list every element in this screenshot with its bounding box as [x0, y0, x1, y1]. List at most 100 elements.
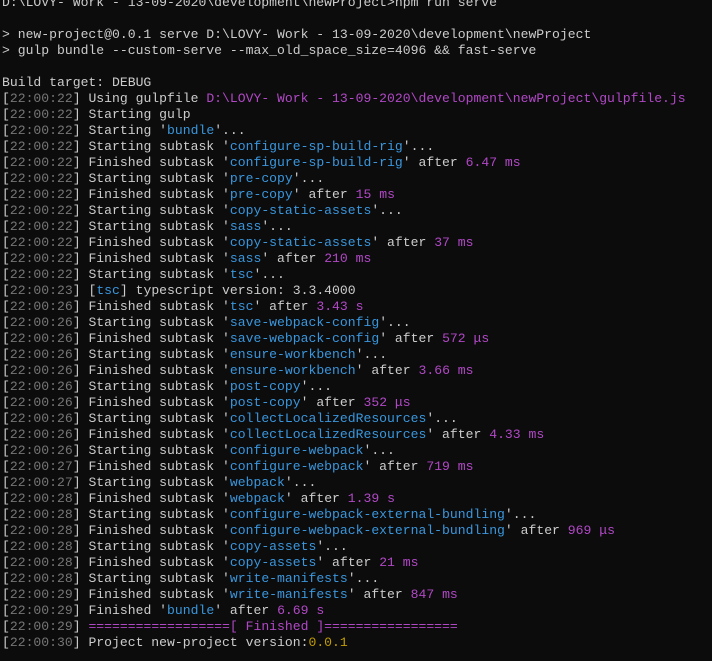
- line-text: ] Starting gulp: [72, 107, 191, 122]
- line-text: tsc: [229, 267, 254, 282]
- line-text: ] Starting subtask ': [72, 475, 230, 490]
- line-text: ' after: [504, 523, 568, 538]
- terminal-line: [22:00:22] Starting subtask 'sass'...: [2, 219, 712, 235]
- terminal-line: [22:00:27] Starting subtask 'webpack'...: [2, 475, 712, 491]
- terminal-line: [22:00:22] Using gulpfile D:\LOVY- Work …: [2, 91, 712, 107]
- line-text: 719 ms: [426, 459, 474, 474]
- line-text: ' after: [316, 555, 380, 570]
- line-text: configure-webpack: [229, 443, 364, 458]
- line-text: '...: [300, 379, 333, 394]
- line-text: [: [2, 315, 10, 330]
- terminal-line: [22:00:26] Finished subtask 'tsc' after …: [2, 299, 712, 315]
- terminal-line: D:\LOVY- Work - 13-09-2020\development\n…: [2, 0, 712, 11]
- line-text: '...: [379, 315, 411, 330]
- line-text: '...: [347, 571, 380, 586]
- line-text: [: [2, 299, 10, 314]
- line-text: [: [2, 155, 10, 170]
- line-text: collectLocalizedResources: [229, 411, 427, 426]
- line-text: 4.33 ms: [489, 427, 545, 442]
- terminal-line: [22:00:22] Finished subtask 'copy-static…: [2, 235, 712, 251]
- line-text: ' after: [284, 491, 348, 506]
- terminal-line: [22:00:26] Starting subtask 'configure-w…: [2, 443, 712, 459]
- timestamp: 22:00:28: [9, 491, 73, 506]
- terminal-line: [22:00:22] Finished subtask 'pre-copy' a…: [2, 187, 712, 203]
- line-text: ] Finished subtask ': [72, 555, 230, 570]
- terminal-line: [22:00:22] Starting subtask 'configure-s…: [2, 139, 712, 155]
- line-text: [: [2, 139, 10, 154]
- line-text: save-webpack-config: [229, 331, 380, 346]
- terminal-line: [22:00:22] Starting subtask 'pre-copy'..…: [2, 171, 712, 187]
- line-text: [: [2, 331, 10, 346]
- line-text: ' after: [300, 395, 364, 410]
- line-text: [: [2, 267, 10, 282]
- terminal-line: [22:00:30] Project new-project version:0…: [2, 635, 712, 651]
- terminal-line: [22:00:22] Starting 'bundle'...: [2, 123, 712, 139]
- timestamp: 22:00:22: [9, 235, 73, 250]
- line-text: [: [2, 91, 10, 106]
- line-text: ] Starting subtask ': [72, 443, 230, 458]
- line-text: ] Starting subtask ': [72, 219, 230, 234]
- timestamp: 22:00:26: [9, 411, 73, 426]
- line-text: [: [2, 251, 10, 266]
- line-text: Build target: DEBUG: [2, 75, 152, 90]
- line-text: [: [2, 283, 10, 298]
- timestamp: 22:00:26: [9, 427, 73, 442]
- line-text: [: [2, 587, 10, 602]
- terminal-output[interactable]: D:\LOVY- Work - 13-09-2020\development\n…: [0, 0, 712, 661]
- line-text: configure-webpack-external-bundling: [229, 523, 505, 538]
- line-text: ] Finished subtask ': [72, 235, 230, 250]
- line-text: '...: [261, 219, 293, 234]
- line-text: ' after: [355, 363, 419, 378]
- timestamp: 22:00:28: [9, 571, 73, 586]
- line-text: ensure-workbench: [229, 363, 356, 378]
- line-text: '...: [504, 507, 537, 522]
- line-text: ' after: [371, 235, 435, 250]
- terminal-line: [22:00:23] [tsc] typescript version: 3.3…: [2, 283, 712, 299]
- timestamp: 22:00:22: [9, 251, 73, 266]
- line-text: bundle: [167, 123, 215, 138]
- line-text: ] Starting subtask ': [72, 267, 230, 282]
- line-text: ] Finished subtask ': [72, 363, 230, 378]
- line-text: ] Finished subtask ': [72, 587, 230, 602]
- timestamp: 22:00:27: [9, 459, 73, 474]
- timestamp: 22:00:29: [9, 587, 73, 602]
- line-text: post-copy: [229, 379, 301, 394]
- terminal-line: [22:00:29] Finished subtask 'write-manif…: [2, 587, 712, 603]
- timestamp: 22:00:22: [9, 171, 73, 186]
- timestamp: 22:00:26: [9, 363, 73, 378]
- line-text: [: [2, 363, 10, 378]
- terminal-line: > new-project@0.0.1 serve D:\LOVY- Work …: [2, 27, 712, 43]
- timestamp: 22:00:22: [9, 187, 73, 202]
- line-text: collectLocalizedResources: [229, 427, 427, 442]
- line-text: webpack: [229, 491, 285, 506]
- timestamp: 22:00:22: [9, 123, 73, 138]
- line-text: ] Starting subtask ': [72, 139, 230, 154]
- terminal-line: [22:00:28] Starting subtask 'configure-w…: [2, 507, 712, 523]
- line-text: ] Starting subtask ': [72, 507, 230, 522]
- line-text: '...: [316, 539, 348, 554]
- terminal-line: Build target: DEBUG: [2, 75, 712, 91]
- terminal-line: [22:00:22] Finished subtask 'configure-s…: [2, 155, 712, 171]
- line-text: copy-assets: [229, 539, 317, 554]
- line-text: [: [2, 379, 10, 394]
- line-text: ' after: [426, 427, 490, 442]
- timestamp: 22:00:22: [9, 203, 73, 218]
- line-text: ' after: [379, 331, 443, 346]
- line-text: 6.69 s: [277, 603, 325, 618]
- line-text: bundle: [167, 603, 215, 618]
- line-text: [: [2, 203, 10, 218]
- terminal-line: [22:00:28] Finished subtask 'configure-w…: [2, 523, 712, 539]
- timestamp: 22:00:26: [9, 379, 73, 394]
- line-text: ' after: [292, 187, 356, 202]
- line-text: [: [2, 171, 10, 186]
- timestamp: 22:00:22: [9, 155, 73, 170]
- line-text: '...: [253, 267, 285, 282]
- line-text: > new-project@0.0.1 serve D:\LOVY- Work …: [2, 27, 592, 42]
- line-text: [: [2, 123, 10, 138]
- terminal-line: [22:00:26] Starting subtask 'ensure-work…: [2, 347, 712, 363]
- line-text: [: [2, 395, 10, 410]
- terminal-line: > gulp bundle --custom-serve --max_old_s…: [2, 43, 712, 59]
- timestamp: 22:00:26: [9, 347, 73, 362]
